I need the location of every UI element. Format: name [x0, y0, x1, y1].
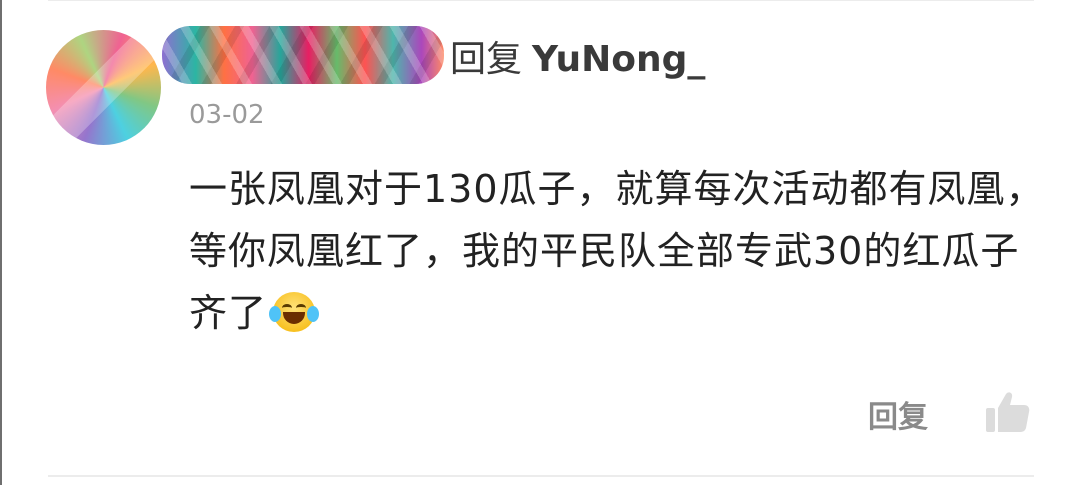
bottom-divider [48, 475, 1034, 477]
reply-verb: 回复 [450, 39, 523, 80]
reply-target-username[interactable]: YuNong_ [532, 39, 705, 80]
comment-card: 回复 YuNong_ 03-02 一张凤凰对于130瓜子，就算每次活动都有凤凰，等… [0, 0, 1080, 485]
reply-button[interactable]: 回复 [868, 398, 928, 438]
comment-body: 一张凤凰对于130瓜子，就算每次活动都有凤凰，等你凤凰红了，我的平民队全部专武3… [189, 158, 1049, 344]
laughing-with-tears-emoji-icon [269, 290, 320, 334]
reply-to-line: 回复 YuNong_ [450, 38, 705, 82]
top-divider [48, 0, 1034, 1]
thumbs-up-icon[interactable] [982, 388, 1032, 438]
avatar[interactable] [46, 30, 161, 145]
comment-date: 03-02 [189, 100, 265, 130]
username-redacted[interactable] [162, 26, 444, 84]
